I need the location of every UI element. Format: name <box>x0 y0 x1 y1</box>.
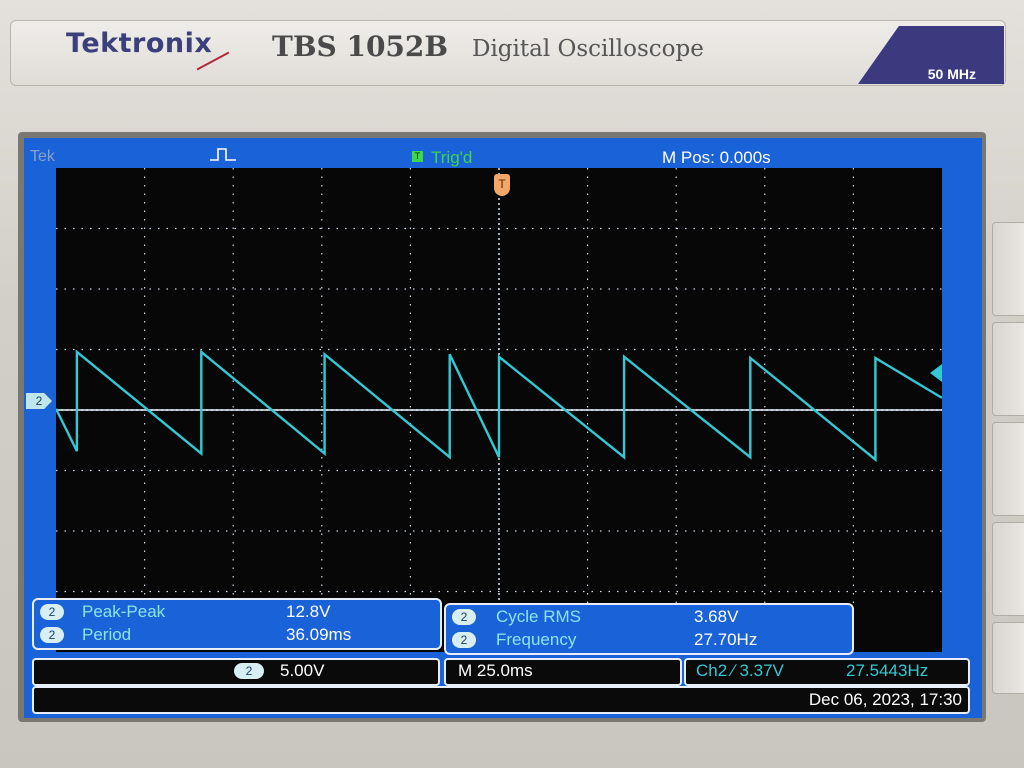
measurement-panel-left: 2 Peak-Peak 12.8V 2 Period 36.09ms <box>32 598 442 650</box>
trigger-readout: Ch2 ∕ 3.37V 27.5443Hz <box>684 658 970 686</box>
side-menu-button-1[interactable] <box>992 222 1024 316</box>
trigger-status-icon: T <box>412 151 423 162</box>
bandwidth-label: 50 MHz <box>927 66 976 82</box>
measurement-cycle-rms: 2 Cycle RMS 3.68V <box>446 607 852 629</box>
side-menu-button-4[interactable] <box>992 522 1024 616</box>
trigger-frequency: 27.5443Hz <box>846 661 929 680</box>
side-menu-button-3[interactable] <box>992 422 1024 516</box>
channel-badge: 2 <box>234 663 264 679</box>
measurement-label: Cycle RMS <box>496 607 582 626</box>
vertical-scale-readout: 2 5.00V <box>32 658 440 686</box>
measurement-value: 27.70Hz <box>694 630 758 649</box>
date-time-bar: Dec 06, 2023, 17:30 <box>32 686 970 714</box>
tek-label: Tek <box>30 148 55 165</box>
measurement-panel-right: 2 Cycle RMS 3.68V 2 Frequency 27.70Hz <box>444 603 854 655</box>
model-name: TBS 1052B <box>272 30 449 63</box>
measurement-frequency: 2 Frequency 27.70Hz <box>446 630 852 652</box>
side-menu-button-5[interactable] <box>992 622 1024 694</box>
measurement-period: 2 Period 36.09ms <box>34 625 440 647</box>
channel-badge: 2 <box>452 609 476 625</box>
pulse-icon <box>210 146 236 167</box>
time-per-div: M 25.0ms <box>458 661 533 680</box>
horizontal-scale-readout: M 25.0ms <box>444 658 682 686</box>
measurement-peak-peak: 2 Peak-Peak 12.8V <box>34 602 440 624</box>
channel-badge: 2 <box>452 632 476 648</box>
measurement-label: Peak-Peak <box>82 602 166 621</box>
sample-rate-label: 1 GS/s <box>932 84 976 100</box>
measurement-value: 12.8V <box>286 602 331 621</box>
volts-per-div: 5.00V <box>280 661 325 680</box>
model-description: Digital Oscilloscope <box>472 36 704 62</box>
channel-badge: 2 <box>40 604 64 620</box>
measurement-label: Period <box>82 625 132 644</box>
trigger-position-marker: T <box>494 174 510 196</box>
brand-logo: Tektronix <box>66 28 213 59</box>
channel-2-trace <box>56 349 942 463</box>
graticule <box>56 168 942 652</box>
channel-badge: 2 <box>40 627 64 643</box>
trigger-state: Trig'd <box>431 148 473 167</box>
measurement-value: 36.09ms <box>286 625 352 644</box>
measurement-label: Frequency <box>496 630 577 649</box>
waveform-plot <box>56 168 942 652</box>
horizontal-position: M Pos: 0.000s <box>662 148 771 167</box>
measurement-value: 3.68V <box>694 607 739 626</box>
trigger-source-level: Ch2 ∕ 3.37V <box>696 661 784 680</box>
date-time: Dec 06, 2023, 17:30 <box>808 690 962 709</box>
side-menu-button-2[interactable] <box>992 322 1024 416</box>
